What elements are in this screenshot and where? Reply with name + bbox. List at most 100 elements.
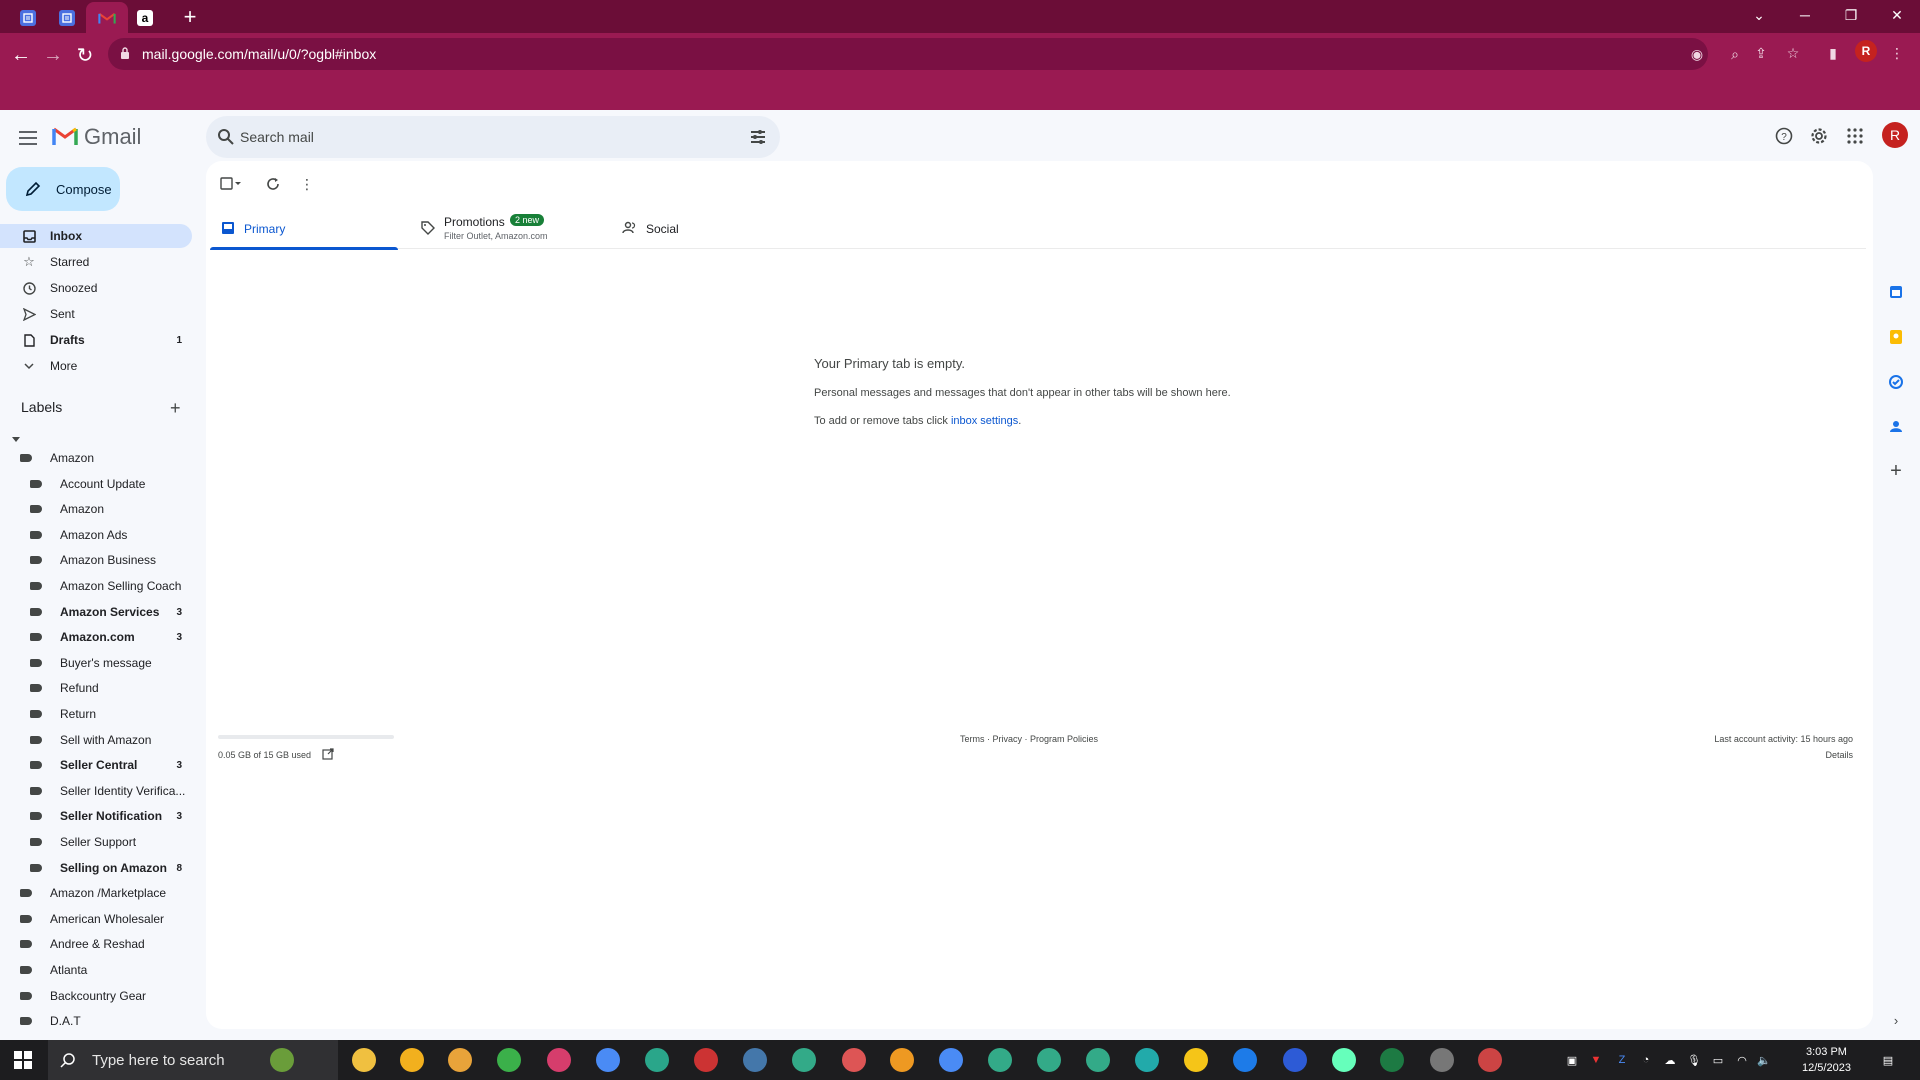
taskbar-app-icon[interactable]	[1478, 1048, 1502, 1072]
side-panel-icon[interactable]: ▮	[1824, 44, 1842, 62]
browser-profile-avatar[interactable]: R	[1855, 40, 1877, 62]
taskbar-app-icon[interactable]	[1283, 1048, 1307, 1072]
label-item[interactable]: Amazon Ads	[30, 524, 192, 546]
taskbar-app-icon[interactable]	[547, 1048, 571, 1072]
nav-item-snoozed[interactable]: Snoozed	[0, 276, 192, 300]
bookmark-star-icon[interactable]: ☆	[1784, 44, 1802, 62]
label-item[interactable]: Account Update	[30, 473, 192, 495]
taskbar-app-icon[interactable]	[939, 1048, 963, 1072]
search-icon[interactable]	[216, 127, 236, 147]
label-item[interactable]: D.A.T	[20, 1010, 192, 1032]
add-addon-icon[interactable]: +	[1886, 460, 1906, 482]
tray-icon[interactable]: ▼	[1588, 1052, 1604, 1068]
main-menu-icon[interactable]	[16, 126, 40, 150]
select-checkbox[interactable]	[220, 175, 242, 193]
label-item[interactable]: Refund	[30, 677, 192, 699]
label-item[interactable]: Seller Central 3	[30, 754, 192, 776]
nav-item-sent[interactable]: Sent	[0, 302, 192, 326]
add-label-icon[interactable]: +	[170, 398, 181, 419]
taskbar-app-icon[interactable]	[1380, 1048, 1404, 1072]
tray-icon[interactable]: ☁	[1662, 1052, 1678, 1068]
taskbar-app-icon[interactable]	[645, 1048, 669, 1072]
label-item[interactable]: Amazon	[30, 498, 192, 520]
minimize-button[interactable]: ─	[1782, 0, 1828, 30]
settings-gear-icon[interactable]	[1807, 124, 1831, 148]
close-window-button[interactable]: ✕	[1874, 0, 1920, 30]
label-item[interactable]: Andree & Reshad	[20, 933, 192, 955]
label-item[interactable]: Seller Support	[30, 831, 192, 853]
zoom-icon[interactable]: ⌕	[1726, 45, 1744, 63]
tab-primary[interactable]: Primary	[210, 207, 398, 250]
taskbar-app-icon[interactable]	[988, 1048, 1012, 1072]
taskbar-app-icon[interactable]	[270, 1048, 294, 1072]
label-item[interactable]: Amazon Business	[30, 549, 192, 571]
new-tab-button[interactable]: +	[177, 4, 203, 30]
label-item[interactable]: Buyer's message	[30, 652, 192, 674]
restore-button[interactable]: ❐	[1828, 0, 1874, 30]
nav-item-more[interactable]: More	[0, 354, 192, 378]
account-avatar[interactable]: R	[1882, 122, 1908, 148]
label-item[interactable]: Backcountry Gear	[20, 985, 192, 1007]
taskbar-app-icon[interactable]	[1086, 1048, 1110, 1072]
taskbar-app-icon[interactable]	[448, 1048, 472, 1072]
collapse-caret-icon[interactable]	[12, 437, 20, 442]
network-icon[interactable]: ▭	[1710, 1052, 1726, 1068]
label-item[interactable]: Seller Identity Verifica...	[30, 780, 192, 802]
taskbar-search-box[interactable]: Type here to search	[48, 1040, 338, 1080]
nav-item-drafts[interactable]: Drafts 1	[0, 328, 192, 352]
tasks-side-icon[interactable]	[1886, 372, 1906, 392]
apps-grid-icon[interactable]	[1843, 124, 1867, 148]
search-bar[interactable]: Search mail	[206, 116, 780, 158]
share-icon[interactable]: ⇪	[1752, 44, 1770, 62]
label-item[interactable]: Amazon Selling Coach	[30, 575, 192, 597]
tray-icon[interactable]: Z	[1614, 1052, 1630, 1068]
nav-item-starred[interactable]: ☆ Starred	[0, 250, 192, 274]
browser-tab[interactable]	[47, 2, 87, 33]
label-item[interactable]: Amazon	[20, 447, 192, 469]
more-vert-icon[interactable]: ⋮	[300, 175, 314, 193]
tray-icon[interactable]: ▣	[1564, 1052, 1580, 1068]
refresh-icon[interactable]	[266, 175, 280, 193]
search-input[interactable]: Search mail	[240, 129, 314, 145]
label-item[interactable]: Seller Notification 3	[30, 805, 192, 827]
external-link-icon[interactable]	[322, 748, 334, 760]
back-arrow-icon[interactable]: ←	[6, 40, 36, 70]
label-item[interactable]: Return	[30, 703, 192, 725]
calendar-side-icon[interactable]	[1886, 282, 1906, 302]
keep-side-icon[interactable]	[1886, 327, 1906, 347]
address-bar[interactable]: mail.google.com/mail/u/0/?ogbl#inbox ◉ ⌕	[108, 38, 1739, 70]
inbox-settings-link[interactable]: inbox settings	[951, 415, 1018, 427]
label-item[interactable]: Sell with Amazon	[30, 729, 192, 751]
label-item[interactable]: Amazon.com 3	[30, 626, 192, 648]
tab-social[interactable]: Social	[612, 207, 802, 249]
taskbar-clock[interactable]: 3:03 PM 12/5/2023	[1802, 1044, 1851, 1076]
tab-promotions[interactable]: Promotions 2 new Filter Outlet, Amazon.c…	[410, 207, 600, 249]
label-item[interactable]: Selling on Amazon 8	[30, 857, 192, 879]
taskbar-app-icon[interactable]	[596, 1048, 620, 1072]
help-icon[interactable]: ?	[1772, 124, 1796, 148]
browser-tab[interactable]: a	[125, 2, 165, 33]
taskbar-app-icon[interactable]	[400, 1048, 424, 1072]
taskbar-app-icon[interactable]	[842, 1048, 866, 1072]
notifications-icon[interactable]: ▤	[1880, 1052, 1896, 1068]
taskbar-app-icon[interactable]	[792, 1048, 816, 1072]
label-item[interactable]: Amazon /Marketplace	[20, 882, 192, 904]
tab-search-icon[interactable]: ⌄	[1736, 0, 1782, 30]
label-item[interactable]: American Wholesaler	[20, 908, 192, 930]
label-item[interactable]: Amazon Services 3	[30, 601, 192, 623]
forward-arrow-icon[interactable]: →	[38, 40, 68, 70]
reload-icon[interactable]: ↻	[70, 40, 100, 70]
browser-menu-icon[interactable]: ⋮	[1888, 44, 1906, 62]
taskbar-app-icon[interactable]	[694, 1048, 718, 1072]
taskbar-app-icon[interactable]	[1233, 1048, 1257, 1072]
details-link[interactable]: Details	[1825, 750, 1853, 760]
taskbar-app-icon[interactable]	[1184, 1048, 1208, 1072]
taskbar-app-icon[interactable]	[1135, 1048, 1159, 1072]
tray-icon[interactable]: ◔	[1638, 1052, 1654, 1068]
taskbar-app-icon[interactable]	[1430, 1048, 1454, 1072]
windows-start-icon[interactable]	[14, 1051, 32, 1069]
taskbar-app-icon[interactable]	[1332, 1048, 1356, 1072]
taskbar-app-icon[interactable]	[1037, 1048, 1061, 1072]
compose-button[interactable]: Compose	[6, 167, 120, 211]
footer-policy-links[interactable]: Terms · Privacy · Program Policies	[960, 734, 1098, 744]
